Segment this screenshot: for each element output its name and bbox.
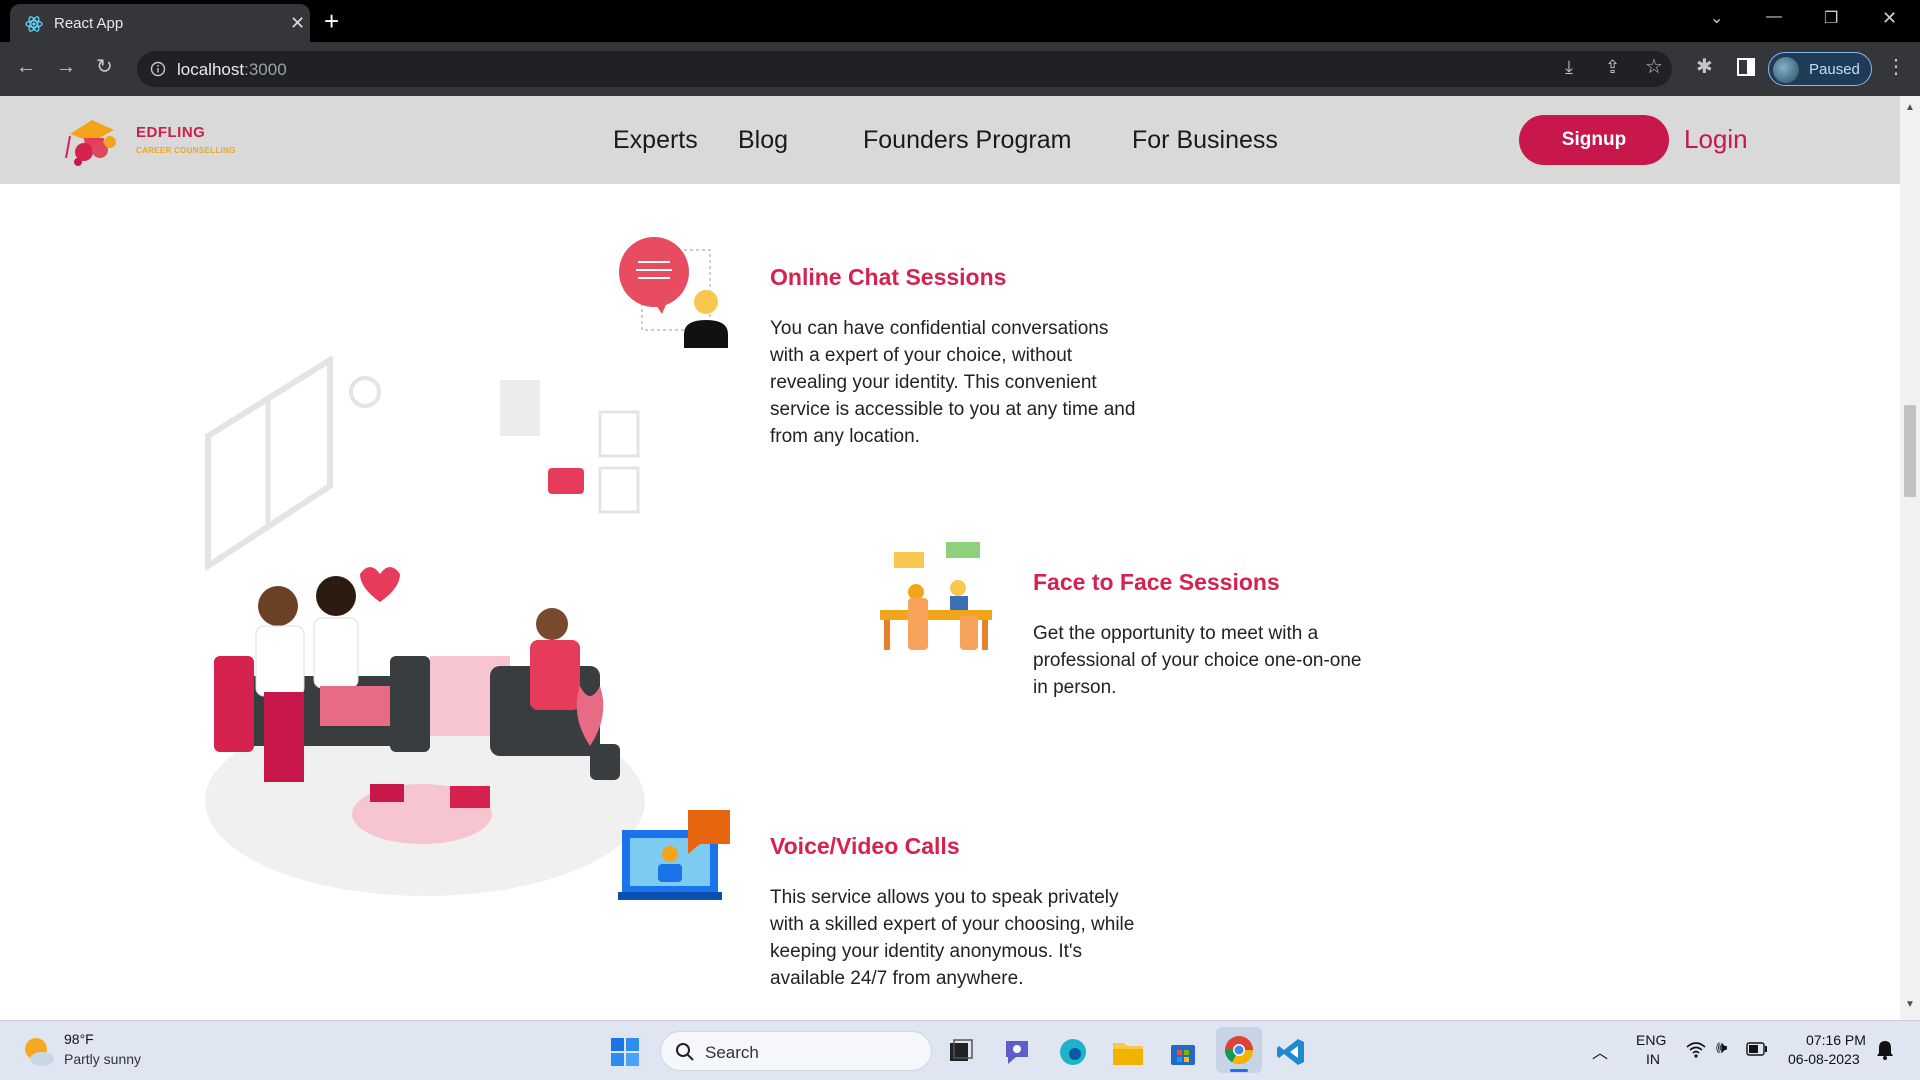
vscode-icon[interactable] bbox=[1276, 1037, 1306, 1067]
language-region[interactable]: IN bbox=[1646, 1051, 1660, 1067]
service-title-online-chat: Online Chat Sessions bbox=[770, 264, 1007, 290]
edge-browser-icon[interactable] bbox=[1058, 1037, 1088, 1067]
back-icon[interactable]: ← bbox=[16, 57, 36, 77]
taskbar-search[interactable]: Search bbox=[660, 1031, 932, 1071]
profile-status: Paused bbox=[1809, 61, 1860, 78]
browser-tab-bar: React App ✕ + ⌄ — ❐ ✕ bbox=[0, 0, 1920, 42]
edfling-logo-icon[interactable] bbox=[62, 114, 128, 168]
service-title-voice-video: Voice/Video Calls bbox=[770, 833, 960, 859]
windows-taskbar: 98°F Partly sunny Search ︿ ENG IN 🕪 07:1… bbox=[0, 1020, 1920, 1080]
tab-close-icon[interactable]: ✕ bbox=[290, 13, 305, 34]
notification-bell-icon[interactable] bbox=[1876, 1039, 1894, 1061]
minimize-icon[interactable]: — bbox=[1766, 8, 1782, 26]
scroll-down-icon[interactable]: ▼ bbox=[1905, 999, 1915, 1010]
volume-icon[interactable]: 🕪 bbox=[1716, 1037, 1727, 1058]
new-tab-button[interactable]: + bbox=[324, 6, 339, 37]
site-info-icon[interactable] bbox=[150, 61, 166, 77]
chrome-active-tile[interactable] bbox=[1216, 1027, 1262, 1073]
service-title-face-to-face: Face to Face Sessions bbox=[1033, 569, 1280, 595]
search-icon bbox=[676, 1043, 694, 1061]
share-icon[interactable]: ⇪ bbox=[1605, 57, 1620, 77]
weather-temperature[interactable]: 98°F bbox=[64, 1031, 94, 1047]
install-icon[interactable]: ⤓ bbox=[1565, 57, 1573, 77]
task-view-icon[interactable] bbox=[946, 1037, 974, 1065]
browser-tab[interactable]: React App ✕ bbox=[10, 4, 310, 42]
teams-chat-icon[interactable] bbox=[1002, 1037, 1032, 1067]
site-navbar: EDFLING CAREER COUNSELLING Experts Blog … bbox=[0, 96, 1900, 184]
page-viewport: EDFLING CAREER COUNSELLING Experts Blog … bbox=[0, 96, 1900, 1020]
forward-icon[interactable]: → bbox=[56, 57, 76, 77]
reload-icon[interactable]: ↻ bbox=[96, 57, 113, 77]
logo-title: EDFLING bbox=[136, 124, 206, 141]
nav-link-for-business[interactable]: For Business bbox=[1132, 126, 1278, 155]
service-desc-voice-video: This service allows you to speak private… bbox=[770, 887, 1135, 989]
avatar bbox=[1773, 57, 1799, 83]
microsoft-store-icon[interactable] bbox=[1168, 1037, 1198, 1067]
weather-description[interactable]: Partly sunny bbox=[64, 1051, 141, 1067]
service-desc-online-chat: You can have confidential conversations … bbox=[770, 318, 1136, 447]
clock-time[interactable]: 07:16 PM bbox=[1806, 1032, 1866, 1048]
page-scrollbar[interactable]: ▲ ▼ bbox=[1900, 96, 1920, 1020]
login-link[interactable]: Login bbox=[1684, 124, 1748, 155]
counselling-illustration bbox=[205, 356, 645, 896]
restore-icon[interactable]: ❐ bbox=[1824, 8, 1838, 28]
tab-search-icon[interactable]: ⌄ bbox=[1710, 8, 1723, 28]
window-close-icon[interactable]: ✕ bbox=[1882, 8, 1897, 29]
file-explorer-icon[interactable] bbox=[1112, 1037, 1144, 1067]
logo-subtitle: CAREER COUNSELLING bbox=[136, 146, 236, 155]
react-favicon-icon bbox=[25, 16, 43, 32]
side-panel-icon[interactable] bbox=[1737, 58, 1755, 76]
tab-title: React App bbox=[54, 15, 124, 32]
wifi-icon[interactable] bbox=[1686, 1041, 1706, 1059]
windows-start-icon[interactable] bbox=[610, 1037, 640, 1067]
browser-toolbar: ← → ↻ localhost:3000 ⤓ ⇪ ☆ ✱ Paused ⋮ bbox=[0, 42, 1920, 96]
extensions-icon[interactable]: ✱ bbox=[1696, 57, 1713, 77]
service-desc-face-to-face: Get the opportunity to meet with a profe… bbox=[1033, 623, 1362, 698]
chat-bubble-icon bbox=[619, 237, 728, 348]
chrome-icon bbox=[1225, 1036, 1253, 1064]
language-indicator[interactable]: ENG bbox=[1636, 1032, 1666, 1048]
profile-button[interactable]: Paused bbox=[1768, 52, 1872, 86]
active-indicator bbox=[1230, 1069, 1248, 1072]
video-call-icon bbox=[618, 810, 730, 900]
scroll-up-icon[interactable]: ▲ bbox=[1905, 102, 1915, 113]
battery-icon[interactable] bbox=[1746, 1042, 1768, 1056]
weather-sun-cloud-icon[interactable] bbox=[20, 1033, 56, 1069]
nav-link-blog[interactable]: Blog bbox=[738, 126, 788, 155]
nav-link-founders-program[interactable]: Founders Program bbox=[863, 126, 1071, 155]
show-hidden-icons-icon[interactable]: ︿ bbox=[1592, 1039, 1608, 1063]
clock-date[interactable]: 06-08-2023 bbox=[1788, 1051, 1860, 1067]
meeting-table-icon bbox=[880, 542, 992, 650]
signup-button[interactable]: Signup bbox=[1519, 115, 1669, 165]
nav-link-experts[interactable]: Experts bbox=[613, 126, 698, 155]
bookmark-star-icon[interactable]: ☆ bbox=[1645, 57, 1663, 77]
scrollbar-thumb[interactable] bbox=[1904, 405, 1916, 497]
address-bar[interactable]: localhost:3000 bbox=[137, 51, 1672, 87]
url-text: localhost:3000 bbox=[177, 60, 287, 79]
search-label: Search bbox=[705, 1043, 759, 1062]
menu-icon[interactable]: ⋮ bbox=[1886, 57, 1906, 77]
